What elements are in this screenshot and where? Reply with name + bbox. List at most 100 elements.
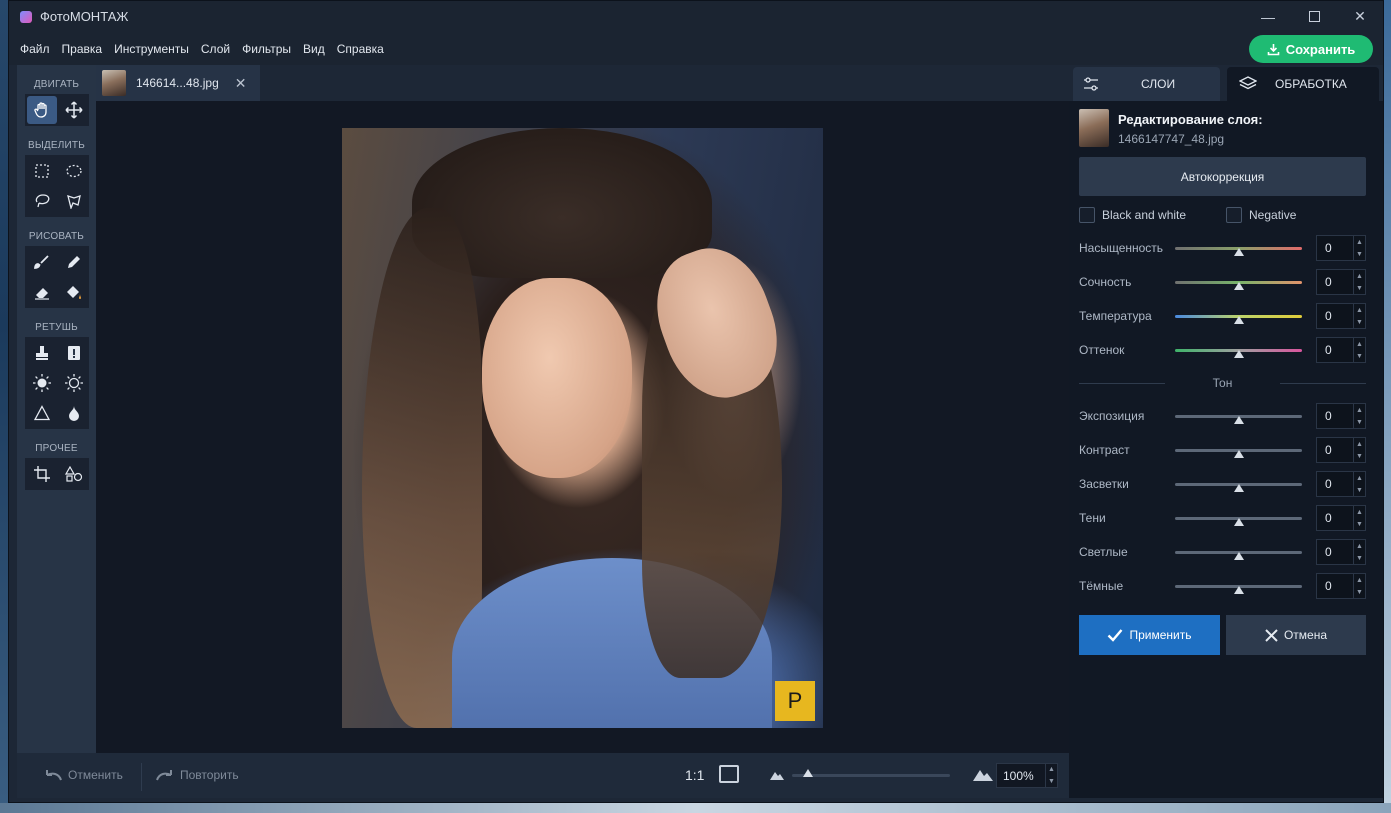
hand-tool[interactable] (26, 96, 57, 124)
checkbox-box[interactable] (1226, 207, 1242, 223)
highlights-slider[interactable] (1175, 483, 1302, 492)
menu-edit[interactable]: Правка (61, 40, 104, 58)
value-field[interactable]: 0 ▲ ▼ (1316, 505, 1366, 531)
eraser-tool[interactable] (27, 278, 57, 306)
menu-filters[interactable]: Фильтры (241, 40, 292, 58)
shapes-tool[interactable] (59, 460, 89, 488)
spin-up-icon[interactable]: ▲ (1356, 307, 1363, 314)
value-spinner[interactable]: ▲ ▼ (1353, 438, 1365, 462)
value-field[interactable]: 0 ▲ ▼ (1316, 573, 1366, 599)
value-spinner[interactable]: ▲ ▼ (1353, 506, 1365, 530)
minimize-button[interactable]: — (1245, 1, 1291, 32)
value-field[interactable]: 0 ▲ ▼ (1316, 471, 1366, 497)
value-spinner[interactable]: ▲ ▼ (1353, 574, 1365, 598)
spin-up-icon[interactable]: ▲ (1356, 239, 1363, 246)
sharpen-tool[interactable] (27, 399, 57, 427)
healing-tool[interactable] (59, 339, 89, 367)
spin-up-icon[interactable]: ▲ (1356, 543, 1363, 550)
spin-down-icon[interactable]: ▼ (1356, 487, 1363, 494)
actual-size-button[interactable]: 1:1 (685, 767, 704, 783)
slider-knob[interactable] (1234, 552, 1244, 560)
value-spinner[interactable]: ▲ ▼ (1353, 304, 1365, 328)
value-spinner[interactable]: ▲ ▼ (1353, 540, 1365, 564)
spin-down-icon[interactable]: ▼ (1356, 453, 1363, 460)
spin-down-icon[interactable]: ▼ (1356, 319, 1363, 326)
tint-slider[interactable] (1175, 349, 1302, 358)
slider-knob[interactable] (1234, 316, 1244, 324)
shadows-slider[interactable] (1175, 517, 1302, 526)
saturation-slider[interactable] (1175, 247, 1302, 256)
darks-slider[interactable] (1175, 585, 1302, 594)
spin-up-icon[interactable]: ▲ (1356, 475, 1363, 482)
close-tab-icon[interactable]: ✕ (235, 75, 247, 92)
stamp-tool[interactable] (27, 339, 57, 367)
spin-up-icon[interactable]: ▲ (1356, 577, 1363, 584)
value-field[interactable]: 0 ▲ ▼ (1316, 403, 1366, 429)
lasso-tool[interactable] (27, 187, 57, 215)
spin-up-icon[interactable]: ▲ (1356, 407, 1363, 414)
value-field[interactable]: 0 ▲ ▼ (1316, 235, 1366, 261)
pencil-tool[interactable] (59, 248, 89, 276)
spin-down-icon[interactable]: ▼ (1356, 353, 1363, 360)
fit-screen-button[interactable] (719, 765, 739, 783)
save-button[interactable]: Сохранить (1249, 35, 1373, 63)
auto-correction-button[interactable]: Автокоррекция (1079, 157, 1366, 196)
move-tool[interactable] (59, 96, 89, 124)
menu-tools[interactable]: Инструменты (113, 40, 190, 58)
zoom-spinner[interactable]: ▲ ▼ (1045, 764, 1057, 787)
black-white-checkbox[interactable]: Black and white (1079, 207, 1186, 223)
slider-knob[interactable] (1234, 248, 1244, 256)
polygon-lasso-tool[interactable] (59, 187, 89, 215)
value-field[interactable]: 0 ▲ ▼ (1316, 337, 1366, 363)
rect-select-tool[interactable] (27, 157, 57, 185)
cancel-button[interactable]: Отмена (1226, 615, 1366, 655)
value-spinner[interactable]: ▲ ▼ (1353, 404, 1365, 428)
exposure-slider[interactable] (1175, 415, 1302, 424)
ellipse-select-tool[interactable] (59, 157, 89, 185)
value-field[interactable]: 0 ▲ ▼ (1316, 539, 1366, 565)
value-spinner[interactable]: ▲ ▼ (1353, 236, 1365, 260)
spin-down-icon[interactable]: ▼ (1356, 285, 1363, 292)
spin-up-icon[interactable]: ▲ (1356, 441, 1363, 448)
brush-tool[interactable] (27, 248, 57, 276)
spin-up-icon[interactable]: ▲ (1356, 341, 1363, 348)
menu-view[interactable]: Вид (302, 40, 326, 58)
photo-image[interactable]: P (342, 128, 823, 728)
zoom-out-icon[interactable] (769, 770, 785, 780)
value-spinner[interactable]: ▲ ▼ (1353, 472, 1365, 496)
tab-layers[interactable]: СЛОИ (1073, 67, 1220, 101)
menu-file[interactable]: Файл (19, 40, 51, 58)
slider-knob[interactable] (1234, 416, 1244, 424)
zoom-in-icon[interactable] (972, 767, 994, 781)
maximize-button[interactable] (1291, 1, 1337, 32)
zoom-field[interactable]: 100% ▲ ▼ (996, 763, 1058, 788)
spin-up-icon[interactable]: ▲ (1356, 509, 1363, 516)
slider-knob[interactable] (1234, 484, 1244, 492)
spin-down-icon[interactable]: ▼ (1356, 251, 1363, 258)
tab-processing[interactable]: ОБРАБОТКА (1227, 67, 1379, 101)
negative-checkbox[interactable]: Negative (1226, 207, 1296, 223)
spin-down-icon[interactable]: ▼ (1048, 778, 1055, 785)
crop-tool[interactable] (27, 460, 57, 488)
spin-down-icon[interactable]: ▼ (1356, 555, 1363, 562)
redo-button[interactable]: Повторить (155, 768, 239, 782)
lights-slider[interactable] (1175, 551, 1302, 560)
burn-tool[interactable] (59, 369, 89, 397)
document-tab[interactable]: 146614...48.jpg ✕ (96, 65, 260, 101)
contrast-slider[interactable] (1175, 449, 1302, 458)
value-field[interactable]: 0 ▲ ▼ (1316, 269, 1366, 295)
temperature-slider[interactable] (1175, 315, 1302, 324)
undo-button[interactable]: Отменить (43, 768, 123, 782)
slider-knob[interactable] (1234, 450, 1244, 458)
spin-down-icon[interactable]: ▼ (1356, 521, 1363, 528)
spin-up-icon[interactable]: ▲ (1048, 766, 1055, 773)
vibrance-slider[interactable] (1175, 281, 1302, 290)
value-spinner[interactable]: ▲ ▼ (1353, 338, 1365, 362)
menu-layer[interactable]: Слой (200, 40, 231, 58)
checkbox-box[interactable] (1079, 207, 1095, 223)
slider-knob[interactable] (1234, 518, 1244, 526)
apply-button[interactable]: Применить (1079, 615, 1220, 655)
value-field[interactable]: 0 ▲ ▼ (1316, 303, 1366, 329)
value-field[interactable]: 0 ▲ ▼ (1316, 437, 1366, 463)
menu-help[interactable]: Справка (336, 40, 385, 58)
